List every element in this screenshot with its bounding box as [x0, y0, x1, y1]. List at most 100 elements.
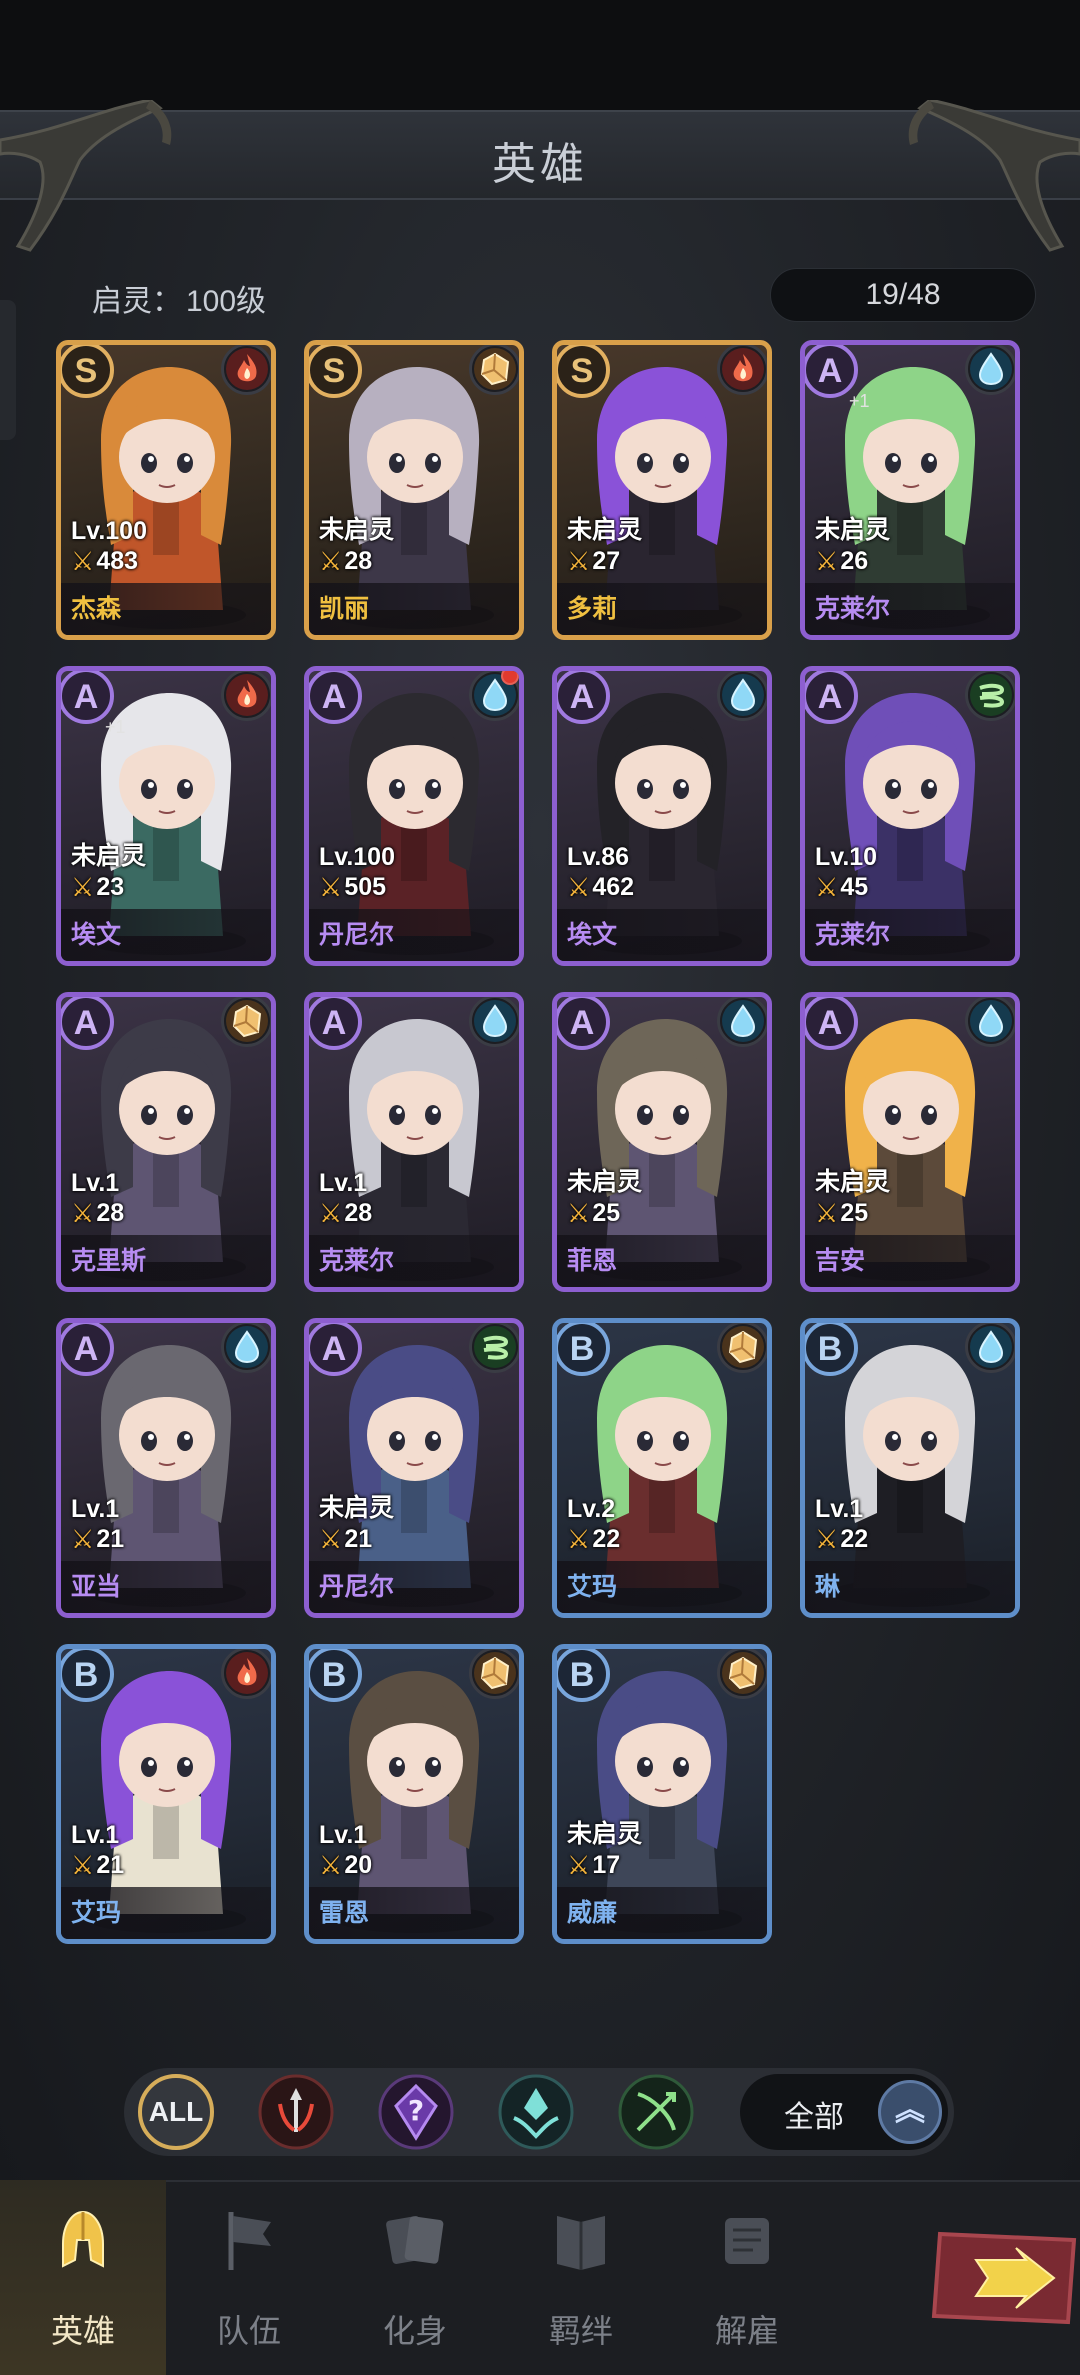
power-value: 483 — [96, 547, 139, 575]
mystic-icon: ? — [378, 2074, 454, 2150]
hero-power: ⚔ 22 — [815, 1524, 868, 1555]
hero-card[interactable]: A +1 未启灵 ⚔ 23 埃文 — [56, 666, 276, 966]
filter-ranger-button[interactable] — [618, 2074, 694, 2150]
support-icon — [498, 2074, 574, 2150]
hero-level: Lv.86 — [567, 843, 630, 871]
hero-name: 威廉 — [557, 1887, 767, 1939]
rank-badge: A — [557, 671, 610, 724]
hero-level: Lv.1 — [815, 1495, 864, 1523]
power-value: 26 — [840, 547, 869, 575]
filter-mystic-button[interactable]: ? — [378, 2074, 454, 2150]
power-value: 45 — [840, 873, 869, 901]
hero-name: 琳 — [805, 1561, 1015, 1613]
star-bonus: +1 — [105, 717, 126, 737]
hero-name: 艾玛 — [557, 1561, 767, 1613]
hero-card[interactable]: A Lv.10 ⚔ 45 克莱尔 — [800, 666, 1020, 966]
hero-card[interactable]: B Lv.2 ⚔ 22 艾玛 — [552, 1318, 772, 1618]
hero-level: Lv.1 — [71, 1169, 120, 1197]
hero-card[interactable]: A Lv.1 ⚔ 21 亚当 — [56, 1318, 276, 1618]
hero-power: ⚔ 20 — [319, 1850, 372, 1881]
power-value: 21 — [344, 1525, 373, 1553]
nav-label: 队伍 — [216, 2313, 281, 2349]
rank-badge: A — [309, 671, 362, 724]
hero-card[interactable]: S 未启灵 ⚔ 27 多莉 — [552, 340, 772, 640]
side-drawer-handle[interactable] — [0, 300, 16, 440]
hero-card[interactable]: A 未启灵 ⚔ 25 菲恩 — [552, 992, 772, 1292]
hero-card[interactable]: B Lv.1 ⚔ 21 艾玛 — [56, 1644, 276, 1944]
power-value: 22 — [592, 1525, 621, 1553]
earth-element-icon — [221, 997, 271, 1047]
hero-card[interactable]: A 未启灵 ⚔ 21 丹尼尔 — [304, 1318, 524, 1618]
crossed-swords-icon: ⚔ — [71, 546, 95, 576]
crossed-swords-icon: ⚔ — [319, 546, 343, 576]
hero-level: Lv.1 — [319, 1821, 368, 1849]
hero-card[interactable]: A Lv.1 ⚔ 28 克里斯 — [56, 992, 276, 1292]
rank-badge: S — [61, 345, 114, 398]
hero-card[interactable]: B Lv.1 ⚔ 22 琳 — [800, 1318, 1020, 1618]
hero-stats: Lv.1 ⚔ 21 — [71, 1495, 124, 1555]
hero-stats: Lv.100 ⚔ 505 — [319, 843, 395, 903]
hero-card[interactable]: A +1 未启灵 ⚔ 26 克莱尔 — [800, 340, 1020, 640]
hero-power: ⚔ 28 — [319, 546, 394, 577]
notification-dot — [501, 671, 519, 685]
hero-stats: Lv.100 ⚔ 483 — [71, 517, 147, 577]
hero-power: ⚔ 23 — [71, 872, 146, 903]
wind-element-icon — [965, 671, 1015, 721]
hero-stats: 未启灵 ⚔ 17 — [567, 1814, 642, 1881]
wind-element-icon — [469, 1323, 519, 1373]
hero-name: 亚当 — [61, 1561, 271, 1613]
hero-level: 未启灵 — [815, 1168, 891, 1196]
hero-name: 克莱尔 — [805, 909, 1015, 961]
hero-name: 菲恩 — [557, 1235, 767, 1287]
nav-label: 化身 — [382, 2313, 447, 2349]
hero-stats: 未启灵 ⚔ 27 — [567, 510, 642, 577]
nav-item-4[interactable]: 解雇 — [664, 2180, 830, 2375]
hero-card[interactable]: A Lv.100 ⚔ 505 丹尼尔 — [304, 666, 524, 966]
fire-element-icon — [717, 345, 767, 395]
filter-all-button[interactable]: ALL — [138, 2074, 214, 2150]
crossed-swords-icon: ⚔ — [567, 1524, 591, 1554]
rank-badge: A — [309, 1323, 362, 1376]
rank-badge: A — [805, 345, 858, 398]
rank-badge: B — [557, 1323, 610, 1376]
hero-level: 未启灵 — [567, 516, 643, 544]
hero-level: Lv.100 — [71, 517, 147, 545]
fire-element-icon — [221, 671, 271, 721]
hero-name: 杰森 — [61, 583, 271, 635]
hero-card[interactable]: A 未启灵 ⚔ 25 吉安 — [800, 992, 1020, 1292]
star-bonus: +1 — [849, 391, 870, 411]
earth-element-icon — [469, 1649, 519, 1699]
hero-stats: Lv.1 ⚔ 22 — [815, 1495, 868, 1555]
hero-card[interactable]: S 未启灵 ⚔ 28 凯丽 — [304, 340, 524, 640]
hero-power: ⚔ 26 — [815, 546, 890, 577]
filter-support-button[interactable] — [498, 2074, 574, 2150]
nav-item-3[interactable]: 羁绊 — [498, 2180, 664, 2375]
rank-badge: B — [309, 1649, 362, 1702]
hero-card[interactable]: A Lv.1 ⚔ 28 克莱尔 — [304, 992, 524, 1292]
filter-warrior-button[interactable] — [258, 2074, 334, 2150]
next-arrow-button[interactable] — [930, 2226, 1080, 2330]
hero-card[interactable]: B 未启灵 ⚔ 17 威廉 — [552, 1644, 772, 1944]
hero-name: 克莱尔 — [309, 1235, 519, 1287]
hero-name: 多莉 — [557, 583, 767, 635]
nav-item-2[interactable]: 化身 — [332, 2180, 498, 2375]
sort-label: 全部 — [784, 2101, 844, 2134]
hero-level: Lv.100 — [319, 843, 395, 871]
nav-item-0[interactable]: 英雄 — [0, 2180, 166, 2375]
nav-item-1[interactable]: 队伍 — [166, 2180, 332, 2375]
page-title: 英雄 — [492, 140, 588, 189]
hero-stats: 未启灵 ⚔ 23 — [71, 836, 146, 903]
earth-element-icon — [717, 1323, 767, 1373]
hero-power: ⚔ 21 — [71, 1524, 124, 1555]
hero-card[interactable]: A Lv.86 ⚔ 462 埃文 — [552, 666, 772, 966]
hero-card[interactable]: B Lv.1 ⚔ 20 雷恩 — [304, 1644, 524, 1944]
power-value: 28 — [344, 547, 373, 575]
scroll-icon — [725, 2218, 769, 2264]
sort-toggle-icon[interactable]: ︽ — [878, 2080, 942, 2144]
hero-level: Lv.1 — [71, 1495, 120, 1523]
crossed-swords-icon: ⚔ — [815, 1524, 839, 1554]
hero-name: 雷恩 — [309, 1887, 519, 1939]
hero-card[interactable]: S Lv.100 ⚔ 483 杰森 — [56, 340, 276, 640]
crossed-swords-icon: ⚔ — [815, 546, 839, 576]
hero-stats: 未启灵 ⚔ 26 — [815, 510, 890, 577]
